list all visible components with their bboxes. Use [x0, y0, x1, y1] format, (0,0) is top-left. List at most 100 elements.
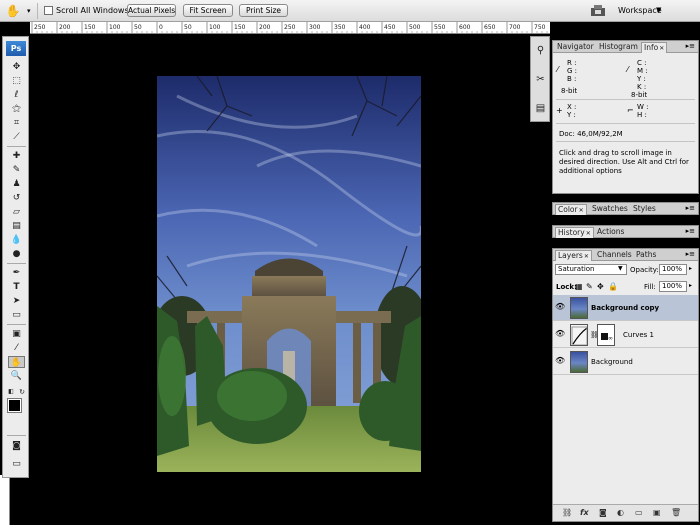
- hand-tool-icon[interactable]: ✋: [8, 356, 25, 368]
- default-colors-icon[interactable]: ◧: [6, 386, 16, 398]
- document-image[interactable]: [157, 76, 421, 472]
- info-r: R :: [567, 59, 577, 67]
- chevron-down-icon[interactable]: ▾: [27, 7, 31, 15]
- lasso-tool-icon[interactable]: ℓ: [8, 89, 25, 101]
- layer-thumbnail: [570, 351, 588, 373]
- zoom-tool-icon[interactable]: 🔍: [8, 370, 25, 382]
- photoshop-logo[interactable]: Ps: [6, 41, 26, 56]
- divider: [7, 435, 26, 436]
- actual-pixels-button[interactable]: Actual Pixels: [127, 4, 176, 17]
- blur-tool-icon[interactable]: 💧: [8, 234, 25, 246]
- notes-tool-icon[interactable]: ▣: [8, 328, 25, 340]
- tool-presets-icon[interactable]: ✂: [533, 72, 548, 87]
- brushes-panel-icon[interactable]: ⚲: [533, 43, 548, 58]
- eye-icon[interactable]: 👁: [555, 356, 565, 366]
- tab-history[interactable]: History✕: [555, 227, 594, 238]
- marquee-tool-icon[interactable]: ⬚: [8, 75, 25, 87]
- close-icon[interactable]: ✕: [659, 45, 664, 52]
- new-layer-icon[interactable]: ▣: [653, 508, 661, 517]
- fill-input[interactable]: 100%: [659, 281, 687, 292]
- add-mask-icon[interactable]: ◙: [599, 508, 607, 517]
- layer-row[interactable]: 👁 Background: [553, 349, 698, 375]
- color-panel-tabs: Color✕ Swatches Styles ▸≡: [553, 203, 698, 215]
- scroll-all-windows-label: Scroll All Windows: [56, 6, 129, 15]
- dodge-tool-icon[interactable]: ●: [8, 248, 25, 260]
- panel-menu-icon[interactable]: ▸≡: [686, 204, 695, 212]
- clone-stamp-tool-icon[interactable]: ♟: [8, 178, 25, 190]
- tab-channels[interactable]: Channels: [595, 250, 634, 261]
- close-icon[interactable]: ✕: [584, 253, 589, 260]
- pen-tool-icon[interactable]: ✒: [8, 267, 25, 279]
- eraser-tool-icon[interactable]: ▱: [8, 206, 25, 218]
- tab-label: Swatches: [592, 204, 628, 213]
- chevron-down-icon[interactable]: ▼: [618, 265, 623, 272]
- workspace-icon[interactable]: [589, 3, 609, 18]
- divider: [7, 263, 26, 264]
- tab-color[interactable]: Color✕: [555, 204, 587, 215]
- tab-actions[interactable]: Actions: [595, 227, 626, 238]
- eyedropper-tool-icon[interactable]: ⁄: [8, 342, 25, 354]
- layer-comps-icon[interactable]: ▤: [533, 101, 548, 116]
- info-b: B :: [567, 75, 577, 83]
- opacity-input[interactable]: 100%: [659, 264, 687, 275]
- lock-image-icon[interactable]: ✎: [586, 282, 593, 291]
- tab-histogram[interactable]: Histogram: [597, 42, 640, 53]
- print-size-button[interactable]: Print Size: [239, 4, 288, 17]
- magic-wand-tool-icon[interactable]: ⚝: [8, 103, 25, 115]
- ruler-label: 600: [459, 24, 471, 31]
- panel-menu-icon[interactable]: ▸≡: [686, 42, 695, 50]
- eye-icon[interactable]: 👁: [555, 329, 565, 339]
- history-brush-tool-icon[interactable]: ↺: [8, 192, 25, 204]
- swap-colors-icon[interactable]: ↻: [17, 386, 27, 398]
- shape-tool-icon[interactable]: ▭: [8, 309, 25, 321]
- layer-row[interactable]: 👁 ⛓ ∞ Curves 1: [553, 322, 698, 348]
- tab-label: Paths: [636, 250, 657, 259]
- info-k: K :: [637, 83, 647, 91]
- crop-tool-icon[interactable]: ⌗: [8, 117, 25, 129]
- tab-swatches[interactable]: Swatches: [590, 204, 630, 215]
- path-selection-tool-icon[interactable]: ➤: [8, 295, 25, 307]
- scroll-all-windows-checkbox[interactable]: [44, 6, 53, 15]
- lock-transparent-icon[interactable]: ▦: [575, 282, 583, 291]
- layer-style-icon[interactable]: fx: [580, 508, 589, 517]
- healing-brush-tool-icon[interactable]: ✚: [8, 150, 25, 162]
- close-icon[interactable]: ✕: [579, 207, 584, 214]
- info-x: X :: [567, 103, 577, 111]
- tab-label: Actions: [597, 227, 625, 236]
- close-icon[interactable]: ✕: [586, 230, 591, 237]
- chevron-right-icon[interactable]: ▸: [689, 265, 692, 272]
- blend-mode-value: Saturation: [558, 265, 595, 273]
- layer-row[interactable]: 👁 Background copy: [553, 295, 698, 321]
- hand-tool-preset-icon[interactable]: ✋: [4, 3, 22, 19]
- tab-paths[interactable]: Paths: [634, 250, 658, 261]
- screen-mode-icon[interactable]: ▭: [8, 458, 25, 470]
- chevron-down-icon[interactable]: ▼: [656, 6, 661, 14]
- panel-menu-icon[interactable]: ▸≡: [686, 227, 695, 235]
- type-tool-icon[interactable]: T: [8, 281, 25, 293]
- ruler-label: 50: [134, 24, 142, 31]
- tab-label: Channels: [597, 250, 632, 259]
- chevron-right-icon[interactable]: ▸: [689, 282, 692, 289]
- move-tool-icon[interactable]: ✥: [8, 61, 25, 73]
- tab-layers[interactable]: Layers✕: [555, 250, 592, 261]
- adjustment-layer-icon[interactable]: ◐: [617, 508, 624, 517]
- tab-navigator[interactable]: Navigator: [555, 42, 596, 53]
- slice-tool-icon[interactable]: ⟋: [8, 131, 25, 143]
- brush-tool-icon[interactable]: ✎: [8, 164, 25, 176]
- gradient-tool-icon[interactable]: ▤: [8, 220, 25, 232]
- info-bit-depth: 8-bit: [561, 87, 578, 95]
- panel-menu-icon[interactable]: ▸≡: [686, 250, 695, 258]
- tab-styles[interactable]: Styles: [631, 204, 658, 215]
- trash-icon[interactable]: 🗑: [671, 508, 681, 517]
- document-canvas[interactable]: [30, 35, 528, 525]
- blend-mode-select[interactable]: Saturation: [555, 264, 627, 275]
- quick-mask-icon[interactable]: ◙: [8, 440, 25, 452]
- link-layers-icon[interactable]: ⛓: [562, 508, 572, 517]
- fit-screen-button[interactable]: Fit Screen: [183, 4, 233, 17]
- lock-all-icon[interactable]: 🔒: [608, 282, 618, 291]
- lock-position-icon[interactable]: ✥: [597, 282, 604, 291]
- new-group-icon[interactable]: ▭: [635, 508, 643, 517]
- foreground-color-swatch[interactable]: [7, 398, 22, 413]
- tab-info[interactable]: Info✕: [641, 42, 668, 53]
- eye-icon[interactable]: 👁: [555, 302, 565, 312]
